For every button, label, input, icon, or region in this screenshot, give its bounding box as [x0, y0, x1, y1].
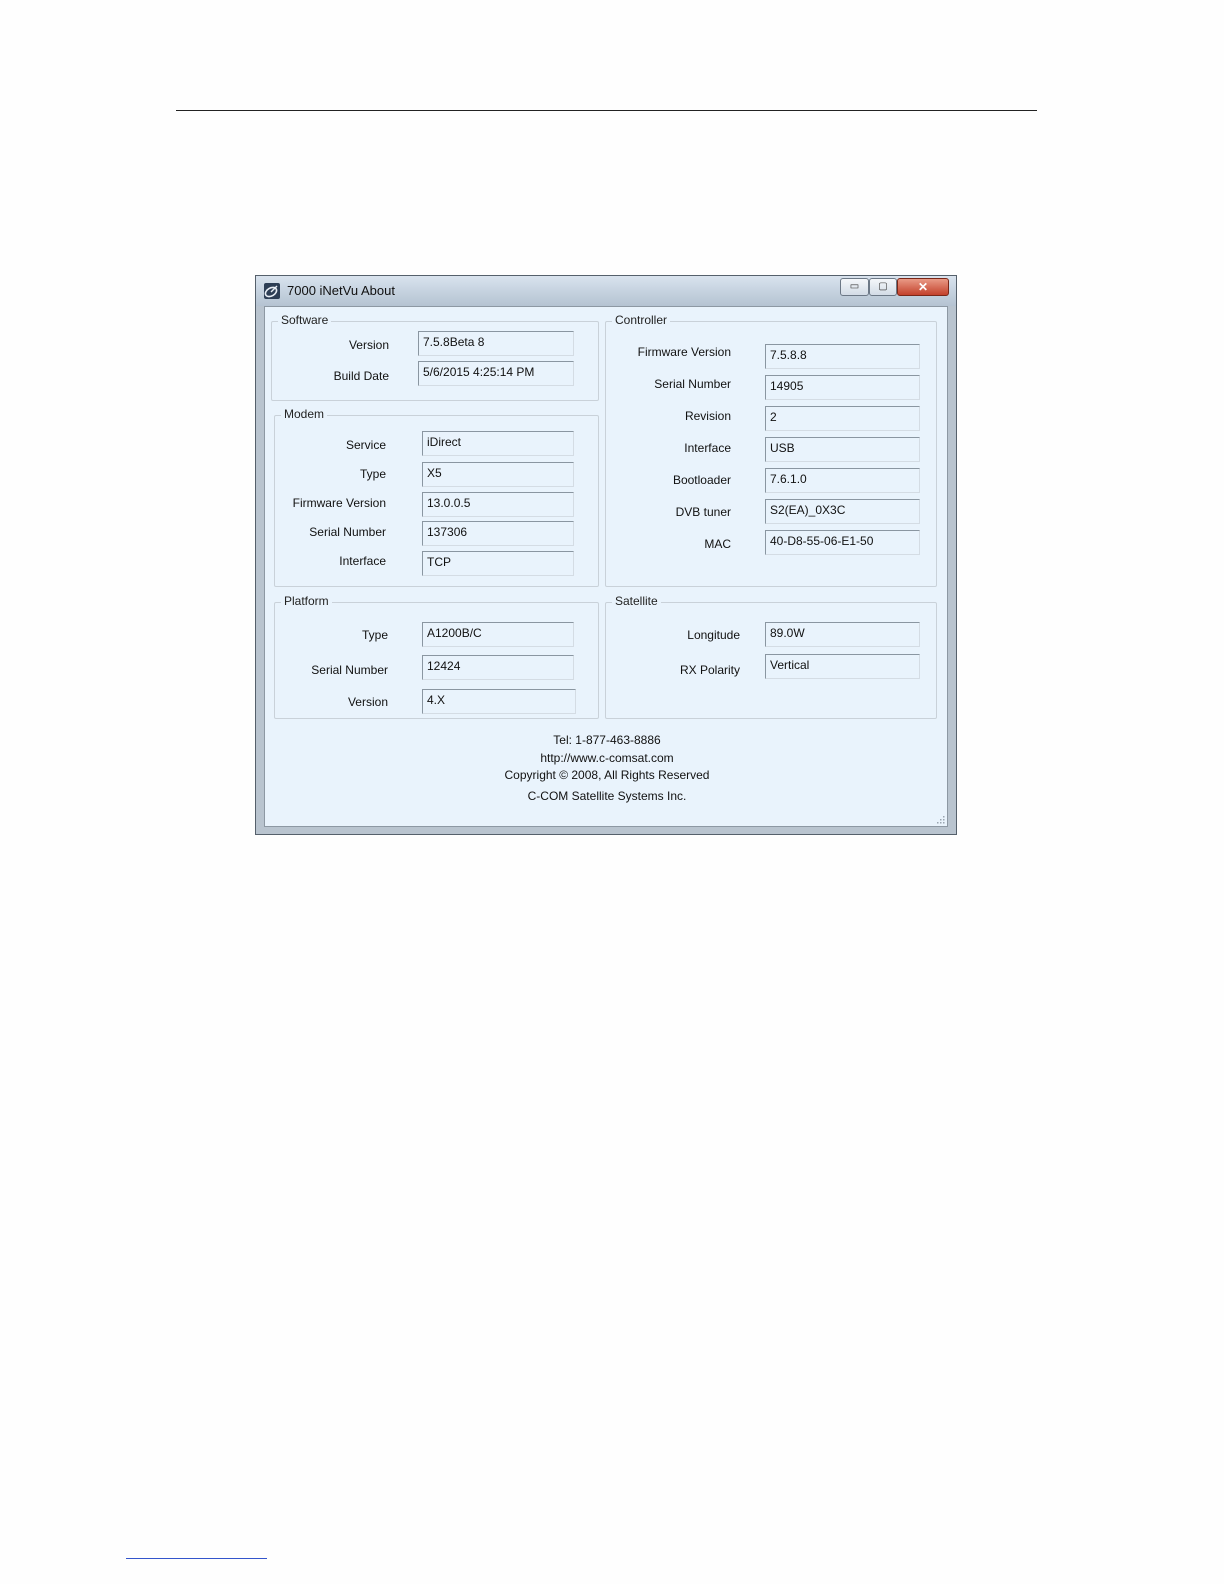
platform-version-label: Version [347, 695, 388, 709]
minimize-icon: ▭ [849, 281, 860, 292]
modem-type-label: Type [359, 467, 386, 481]
platform-group: Platform Type A1200B/C Serial Number 124… [274, 594, 599, 719]
build-date-field[interactable]: 5/6/2015 4:25:14 PM [418, 361, 574, 386]
controller-bootloader-label: Bootloader [672, 473, 731, 487]
modem-firmware-field[interactable]: 13.0.0.5 [422, 492, 574, 517]
controller-mac-label: MAC [704, 537, 731, 551]
minimize-button[interactable]: ▭ [840, 278, 869, 296]
software-version-field[interactable]: 7.5.8Beta 8 [418, 331, 574, 356]
platform-version-field[interactable]: 4.X [422, 689, 576, 714]
modem-serial-label: Serial Number [309, 525, 386, 539]
satellite-rx-polarity-field[interactable]: Vertical [765, 654, 920, 679]
controller-mac-field[interactable]: 40-D8-55-06-E1-50 [765, 530, 920, 555]
software-version-label: Version [348, 338, 389, 352]
controller-group-title: Controller [612, 313, 671, 327]
about-window: 7000 iNetVu About ▭ ▢ ✕ Software Version… [255, 275, 957, 835]
maximize-icon: ▢ [878, 281, 888, 292]
close-button[interactable]: ✕ [897, 278, 949, 296]
build-date-label: Build Date [333, 369, 389, 383]
company-name: C-COM Satellite Systems Inc. [527, 789, 687, 803]
platform-type-label: Type [361, 628, 388, 642]
satellite-group: Satellite Longitude 89.0W RX Polarity Ve… [605, 594, 937, 719]
modem-serial-field[interactable]: 137306 [422, 521, 574, 546]
controller-firmware-label: Firmware Version [637, 345, 731, 359]
about-panel: Software Version 7.5.8Beta 8 Build Date … [264, 306, 948, 827]
controller-dvb-tuner-field[interactable]: S2(EA)_0X3C [765, 499, 920, 524]
satellite-rx-polarity-label: RX Polarity [679, 663, 740, 677]
modem-group: Modem Service iDirect Type X5 Firmware V… [274, 407, 599, 587]
close-icon: ✕ [917, 280, 929, 294]
platform-type-field[interactable]: A1200B/C [422, 622, 574, 647]
modem-service-label: Service [345, 438, 386, 452]
resize-grip-icon[interactable] [935, 814, 945, 824]
platform-serial-label: Serial Number [311, 663, 388, 677]
footnote-rule [126, 1558, 267, 1559]
controller-interface-field[interactable]: USB [765, 437, 920, 462]
satellite-group-title: Satellite [612, 594, 661, 608]
maximize-button[interactable]: ▢ [869, 278, 897, 296]
modem-type-field[interactable]: X5 [422, 462, 574, 487]
controller-serial-label: Serial Number [654, 377, 731, 391]
controller-revision-label: Revision [684, 409, 731, 423]
controller-serial-field[interactable]: 14905 [765, 375, 920, 400]
website-link[interactable]: http://www.c-comsat.com [265, 751, 949, 765]
controller-revision-field[interactable]: 2 [765, 406, 920, 431]
satellite-longitude-label: Longitude [687, 628, 740, 642]
modem-group-title: Modem [281, 407, 328, 421]
modem-interface-field[interactable]: TCP [422, 551, 574, 576]
modem-interface-label: Interface [339, 554, 386, 568]
software-group-title: Software [278, 313, 332, 327]
controller-interface-label: Interface [684, 441, 731, 455]
title-bar[interactable]: 7000 iNetVu About ▭ ▢ ✕ [256, 276, 956, 306]
page-header-rule [176, 110, 1037, 111]
controller-dvb-tuner-label: DVB tuner [675, 505, 731, 519]
copyright-text: Copyright © 2008, All Rights Reserved [504, 768, 710, 782]
modem-firmware-label: Firmware Version [292, 496, 386, 510]
contact-tel: Tel: 1-877-463-8886 [553, 733, 661, 747]
platform-serial-field[interactable]: 12424 [422, 655, 574, 680]
software-group: Software Version 7.5.8Beta 8 Build Date … [271, 313, 599, 401]
platform-group-title: Platform [281, 594, 332, 608]
controller-bootloader-field[interactable]: 7.6.1.0 [765, 468, 920, 493]
controller-group: Controller Firmware Version 7.5.8.8 Seri… [605, 313, 937, 587]
controller-firmware-field[interactable]: 7.5.8.8 [765, 344, 920, 369]
satellite-longitude-field[interactable]: 89.0W [765, 622, 920, 647]
modem-service-field[interactable]: iDirect [422, 431, 574, 456]
window-title: 7000 iNetVu About [287, 283, 395, 298]
satellite-dish-icon [264, 283, 280, 299]
